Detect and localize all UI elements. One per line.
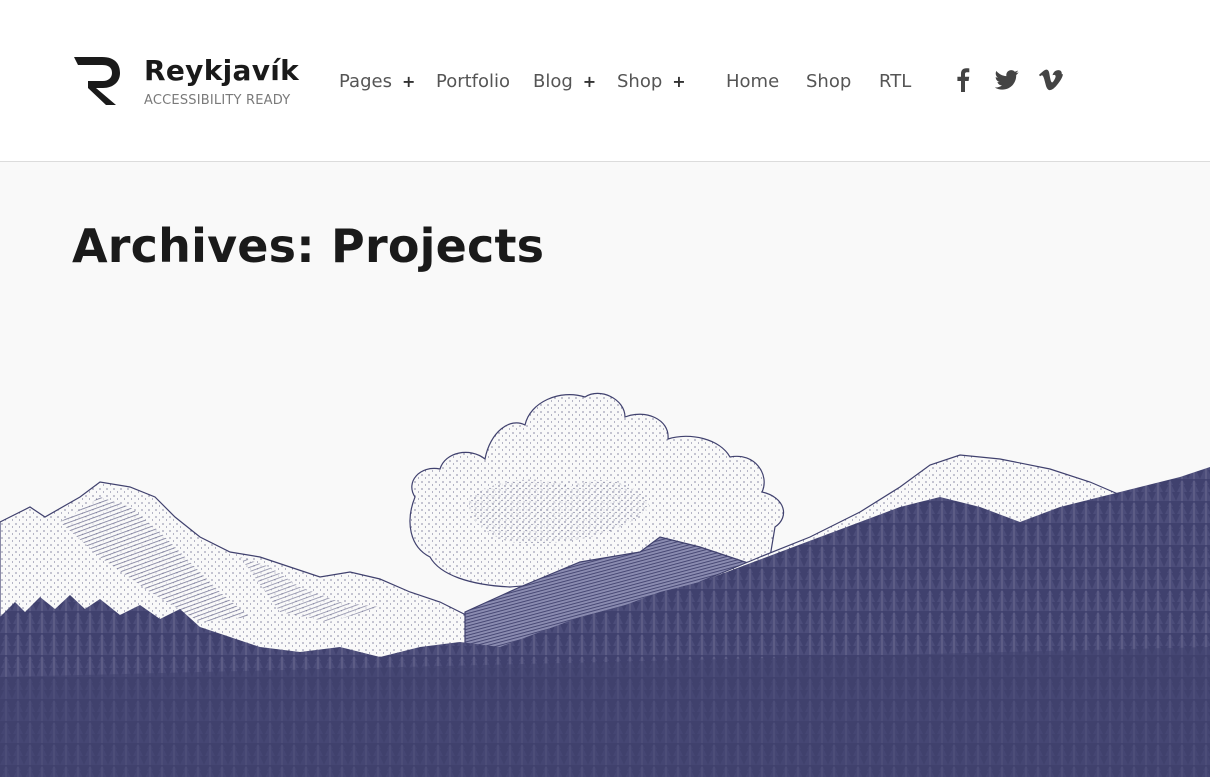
- plus-icon[interactable]: +: [672, 68, 685, 96]
- mountain-illustration: [0, 392, 1210, 777]
- page-title: Archives: Projects: [72, 219, 545, 273]
- nav-item-label: Shop: [617, 71, 663, 92]
- vimeo-icon[interactable]: [1038, 67, 1064, 93]
- nav-item-label: Shop: [806, 71, 852, 92]
- secondary-nav-home: Home: [726, 68, 779, 96]
- plus-icon[interactable]: +: [402, 68, 415, 96]
- nav-item-home[interactable]: Home: [726, 68, 779, 96]
- nav-item-portfolio[interactable]: Portfolio: [436, 68, 510, 96]
- nav-item-pages[interactable]: Pages +: [339, 68, 415, 96]
- nav-item-shop-2[interactable]: Shop: [806, 68, 851, 96]
- nav-item-label: RTL: [879, 71, 912, 92]
- site-tagline: ACCESSIBILITY READY: [144, 93, 291, 108]
- nav-item-shop[interactable]: Shop +: [617, 68, 686, 96]
- facebook-icon[interactable]: [950, 67, 976, 93]
- nav-item-rtl[interactable]: RTL: [879, 68, 911, 96]
- primary-nav-blog: Blog +: [533, 68, 596, 96]
- primary-nav-portfolio: Portfolio: [436, 68, 510, 96]
- primary-nav-shop: Shop +: [617, 68, 686, 96]
- secondary-nav-shop: Shop: [806, 68, 851, 96]
- nav-item-blog[interactable]: Blog +: [533, 68, 596, 96]
- social-links: [950, 67, 1064, 93]
- primary-nav: Pages +: [339, 68, 415, 96]
- nav-item-label: Blog: [533, 71, 573, 92]
- main-content: Archives: Projects: [0, 162, 1210, 777]
- site-header: Reykjavík ACCESSIBILITY READY Pages + Po…: [0, 0, 1210, 162]
- twitter-icon[interactable]: [994, 67, 1020, 93]
- plus-icon[interactable]: +: [583, 68, 596, 96]
- secondary-nav-rtl: RTL: [879, 68, 911, 96]
- nav-item-label: Portfolio: [436, 71, 511, 92]
- logo-icon[interactable]: [72, 55, 122, 107]
- nav-item-label: Home: [726, 71, 780, 92]
- site-title[interactable]: Reykjavík: [144, 54, 299, 88]
- nav-item-label: Pages: [339, 71, 392, 92]
